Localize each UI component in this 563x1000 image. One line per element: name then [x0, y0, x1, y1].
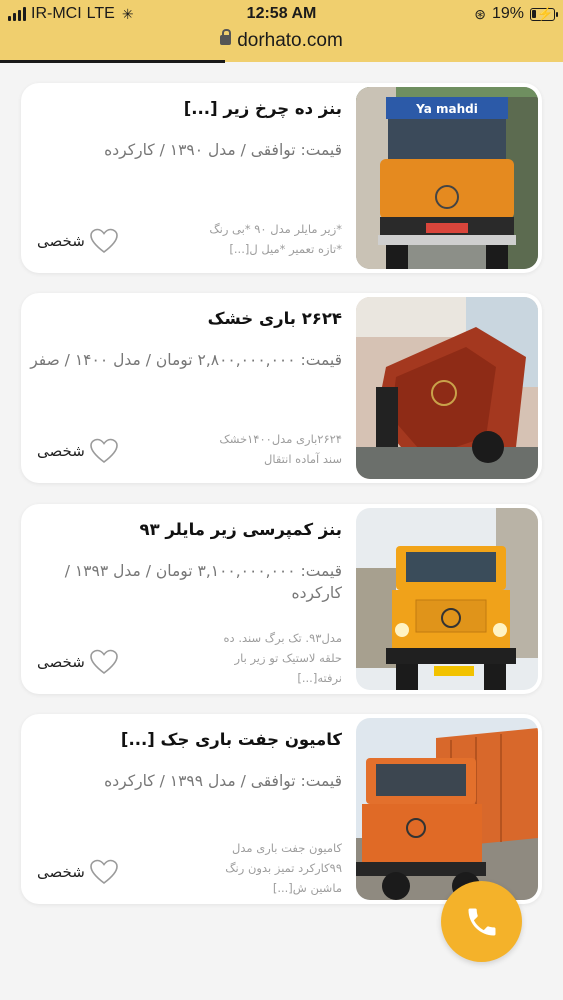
description-line: ۹۹کارکرد تمیز بدون رنگ — [225, 861, 342, 875]
page-load-progress — [0, 60, 225, 63]
listing-photo[interactable]: Ya mahdi — [356, 87, 538, 269]
heart-outline-icon[interactable] — [89, 648, 119, 676]
description-line: نرفته[...] — [297, 671, 342, 685]
status-bar: IR-MCI LTE ✳ 12:58 AM ⊛ 19% ⚡ — [0, 4, 563, 26]
listing-price: قیمت: توافقی / مدل ۱۳۹۰ / کارکرده — [104, 141, 342, 159]
orientation-lock-icon: ⊛ — [474, 5, 486, 22]
seller-type: شخصی — [37, 863, 85, 881]
listing-title[interactable]: بنز ده چرخ زیر [...] — [42, 99, 342, 118]
description-line: سند آماده انتقال — [263, 452, 342, 466]
listing-description: کامیون جفت باری مدل ۹۹کارکرد تمیز بدون ر… — [182, 838, 342, 898]
description-line: ماشین ش[...] — [272, 881, 342, 895]
call-button[interactable] — [441, 881, 522, 962]
battery-icon: ⚡ — [530, 6, 558, 21]
status-right: ⊛ 19% ⚡ — [474, 5, 558, 23]
seller-type: شخصی — [37, 653, 85, 671]
url-text: dorhato.com — [237, 30, 343, 51]
phone-icon — [468, 908, 495, 935]
description-line: *زیر مایلر مدل ۹۰ *بی رنگ — [209, 222, 342, 236]
listing-title[interactable]: بنز کمپرسی زیر مایلر ۹۳ — [42, 520, 342, 539]
seller-info: شخصی — [37, 648, 119, 676]
description-line: ۲۶۲۴باری مدل۱۴۰۰خشک — [219, 432, 342, 446]
listing-card[interactable]: بنز کمپرسی زیر مایلر ۹۳ قیمت: ۳,۱۰۰,۰۰۰,… — [21, 504, 542, 694]
listing-card[interactable]: ۲۶۲۴ باری خشک قیمت: ۲,۸۰۰,۰۰۰,۰۰۰ تومان … — [21, 293, 542, 483]
listing-card[interactable]: کامیون جفت باری جک [...] قیمت: توافقی / … — [21, 714, 542, 904]
description-line: مدل۹۳. تک برگ سند. ده — [223, 631, 342, 645]
seller-info: شخصی — [37, 858, 119, 886]
description-line: *تازه تعمیر *میل ل[...] — [229, 242, 342, 256]
padlock-icon — [220, 29, 232, 45]
listing-title[interactable]: ۲۶۲۴ باری خشک — [42, 309, 342, 328]
listing-photo[interactable] — [356, 508, 538, 690]
listing-photo[interactable] — [356, 718, 538, 900]
seller-type: شخصی — [37, 442, 85, 460]
listing-price: قیمت: ۲,۸۰۰,۰۰۰,۰۰۰ تومان / مدل ۱۴۰۰ / ص… — [30, 351, 342, 369]
heart-outline-icon[interactable] — [89, 227, 119, 255]
listing-description: *زیر مایلر مدل ۹۰ *بی رنگ *تازه تعمیر *م… — [182, 219, 342, 259]
listing-description: ۲۶۲۴باری مدل۱۴۰۰خشک سند آماده انتقال — [182, 429, 342, 469]
description-line: حلقه لاستیک تو زیر بار — [234, 651, 342, 665]
listing-card[interactable]: Ya mahdi بنز ده چرخ زیر [...] قیمت: تواف… — [21, 83, 542, 273]
listing-description: مدل۹۳. تک برگ سند. ده حلقه لاستیک تو زیر… — [182, 628, 342, 688]
browser-top-bar: IR-MCI LTE ✳ 12:58 AM ⊛ 19% ⚡ dorhato.co… — [0, 0, 563, 63]
listing-photo[interactable] — [356, 297, 538, 479]
seller-info: شخصی — [37, 437, 119, 465]
listing-title[interactable]: کامیون جفت باری جک [...] — [42, 730, 342, 749]
description-line: کامیون جفت باری مدل — [232, 841, 342, 855]
heart-outline-icon[interactable] — [89, 858, 119, 886]
battery-percent: 19% — [491, 5, 524, 22]
svg-text:Ya mahdi: Ya mahdi — [415, 102, 478, 116]
seller-info: شخصی — [37, 227, 119, 255]
listing-price: قیمت: توافقی / مدل ۱۳۹۹ / کارکرده — [104, 772, 342, 790]
seller-type: شخصی — [37, 232, 85, 250]
address-bar[interactable]: dorhato.com — [0, 29, 563, 52]
heart-outline-icon[interactable] — [89, 437, 119, 465]
listing-price: قیمت: ۳,۱۰۰,۰۰۰,۰۰۰ تومان / مدل ۱۳۹۳ / ک… — [64, 562, 342, 602]
